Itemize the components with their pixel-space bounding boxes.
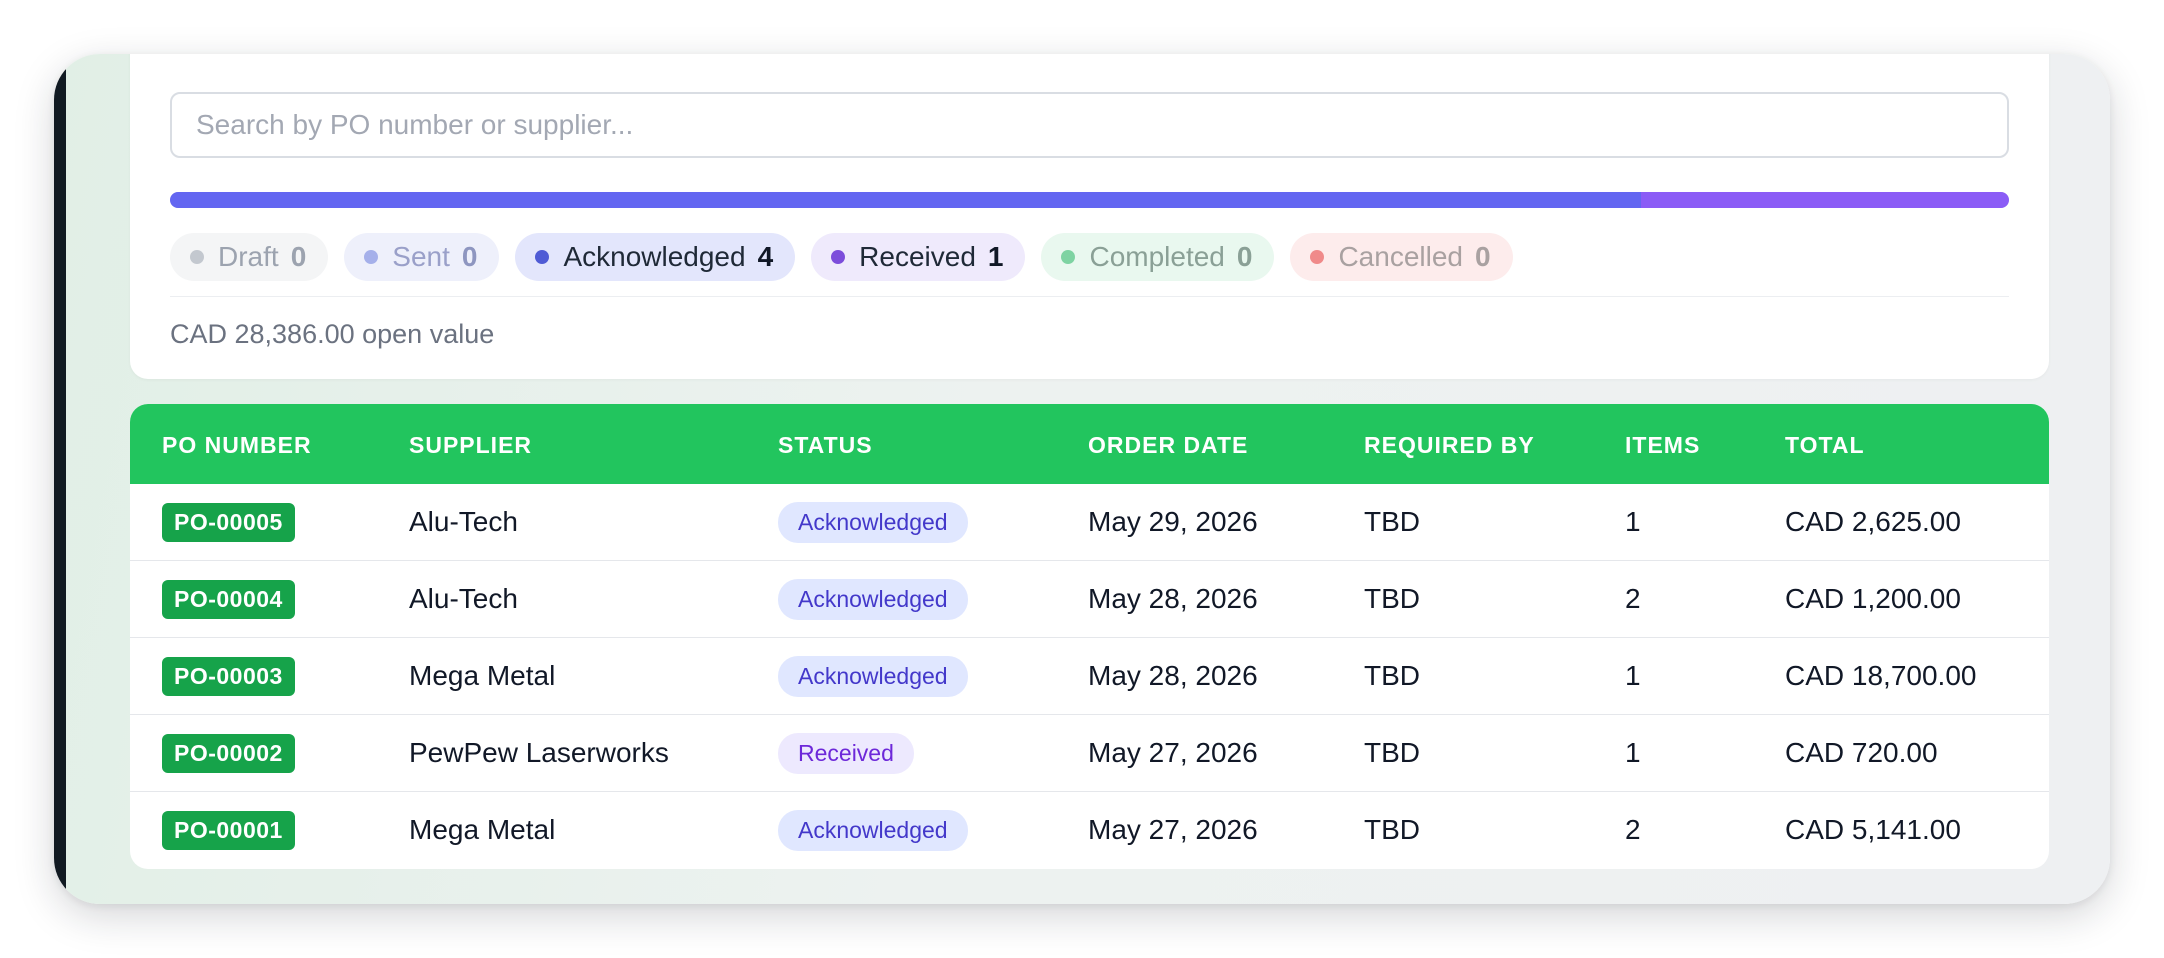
po-number-badge[interactable]: PO-00002 xyxy=(162,733,295,773)
total-cell: CAD 2,625.00 xyxy=(1785,506,1961,537)
search-input[interactable] xyxy=(170,92,2009,158)
total-cell: CAD 1,200.00 xyxy=(1785,583,1961,614)
chip-label: Draft xyxy=(218,241,279,272)
dot-icon xyxy=(1061,250,1076,264)
app-window: Draft 0 Sent 0 Acknowledged 4 Received 1… xyxy=(54,54,2110,904)
divider xyxy=(170,296,2009,297)
status-badge: Acknowledged xyxy=(778,655,968,697)
chip-received[interactable]: Received 1 xyxy=(811,233,1026,281)
items-cell: 1 xyxy=(1625,737,1641,768)
filter-card: Draft 0 Sent 0 Acknowledged 4 Received 1… xyxy=(130,54,2049,379)
chip-completed[interactable]: Completed 0 xyxy=(1041,233,1275,281)
table-row[interactable]: PO-00002 PewPew Laserworks Received May … xyxy=(130,715,2049,792)
order-date-cell: May 28, 2026 xyxy=(1088,660,1258,691)
status-badge: Received xyxy=(778,732,914,774)
dot-icon xyxy=(1310,250,1325,264)
po-number-badge[interactable]: PO-00003 xyxy=(162,656,295,696)
status-progress-bar xyxy=(170,192,2009,208)
required-by-cell: TBD xyxy=(1364,583,1420,614)
order-date-cell: May 29, 2026 xyxy=(1088,506,1258,537)
status-filter-chips: Draft 0 Sent 0 Acknowledged 4 Received 1… xyxy=(170,233,1513,281)
status-badge: Acknowledged xyxy=(778,501,968,543)
supplier-cell: PewPew Laserworks xyxy=(409,737,669,768)
dot-icon xyxy=(190,250,204,264)
chip-count: 1 xyxy=(987,241,1004,272)
chip-label: Received xyxy=(859,241,976,272)
chip-acknowledged[interactable]: Acknowledged 4 xyxy=(515,233,796,281)
column-header-items[interactable]: ITEMS xyxy=(1625,432,1700,459)
dot-icon xyxy=(364,250,379,264)
chip-cancelled[interactable]: Cancelled 0 xyxy=(1290,233,1513,281)
chip-label: Sent xyxy=(392,241,450,272)
sidebar-edge xyxy=(54,54,66,904)
status-badge: Acknowledged xyxy=(778,578,968,620)
po-number-badge[interactable]: PO-00005 xyxy=(162,502,295,542)
column-header-required-by[interactable]: REQUIRED BY xyxy=(1364,432,1535,459)
chip-count: 4 xyxy=(757,241,774,272)
table-row[interactable]: PO-00001 Mega Metal Acknowledged May 27,… xyxy=(130,792,2049,869)
progress-segment-acknowledged xyxy=(170,192,1642,208)
table-body: PO-00005 Alu-Tech Acknowledged May 29, 2… xyxy=(130,484,2049,869)
items-cell: 1 xyxy=(1625,506,1641,537)
order-date-cell: May 28, 2026 xyxy=(1088,583,1258,614)
chip-label: Acknowledged xyxy=(563,241,746,272)
table-row[interactable]: PO-00004 Alu-Tech Acknowledged May 28, 2… xyxy=(130,561,2049,638)
purchase-orders-table: PO NUMBER SUPPLIER STATUS ORDER DATE REQ… xyxy=(130,404,2049,869)
order-date-cell: May 27, 2026 xyxy=(1088,814,1258,845)
supplier-cell: Alu-Tech xyxy=(409,506,518,537)
items-cell: 2 xyxy=(1625,814,1641,845)
order-date-cell: May 27, 2026 xyxy=(1088,737,1258,768)
required-by-cell: TBD xyxy=(1364,506,1420,537)
progress-segment-received xyxy=(1641,192,2009,208)
column-header-status[interactable]: STATUS xyxy=(778,432,873,459)
column-header-order-date[interactable]: ORDER DATE xyxy=(1088,432,1248,459)
dot-icon xyxy=(535,250,550,264)
supplier-cell: Mega Metal xyxy=(409,660,556,691)
items-cell: 1 xyxy=(1625,660,1641,691)
chip-sent[interactable]: Sent 0 xyxy=(344,233,500,281)
chip-label: Completed xyxy=(1089,241,1225,272)
column-header-total[interactable]: TOTAL xyxy=(1785,432,1865,459)
table-row[interactable]: PO-00005 Alu-Tech Acknowledged May 29, 2… xyxy=(130,484,2049,561)
table-header: PO NUMBER SUPPLIER STATUS ORDER DATE REQ… xyxy=(130,404,2049,484)
supplier-cell: Alu-Tech xyxy=(409,583,518,614)
po-number-badge[interactable]: PO-00001 xyxy=(162,810,295,850)
status-badge: Acknowledged xyxy=(778,809,968,851)
total-cell: CAD 18,700.00 xyxy=(1785,660,1977,691)
table-row[interactable]: PO-00003 Mega Metal Acknowledged May 28,… xyxy=(130,638,2049,715)
po-number-badge[interactable]: PO-00004 xyxy=(162,579,295,619)
required-by-cell: TBD xyxy=(1364,814,1420,845)
column-header-po-number[interactable]: PO NUMBER xyxy=(162,432,312,459)
supplier-cell: Mega Metal xyxy=(409,814,556,845)
chip-count: 0 xyxy=(290,241,307,272)
total-cell: CAD 5,141.00 xyxy=(1785,814,1961,845)
required-by-cell: TBD xyxy=(1364,737,1420,768)
column-header-supplier[interactable]: SUPPLIER xyxy=(409,432,532,459)
open-value-summary: CAD 28,386.00 open value xyxy=(170,319,495,349)
chip-label: Cancelled xyxy=(1338,241,1463,272)
chip-count: 0 xyxy=(1236,241,1253,272)
required-by-cell: TBD xyxy=(1364,660,1420,691)
chip-count: 0 xyxy=(1474,241,1491,272)
dot-icon xyxy=(831,250,846,264)
total-cell: CAD 720.00 xyxy=(1785,737,1938,768)
items-cell: 2 xyxy=(1625,583,1641,614)
chip-draft[interactable]: Draft 0 xyxy=(170,233,329,281)
chip-count: 0 xyxy=(461,241,478,272)
